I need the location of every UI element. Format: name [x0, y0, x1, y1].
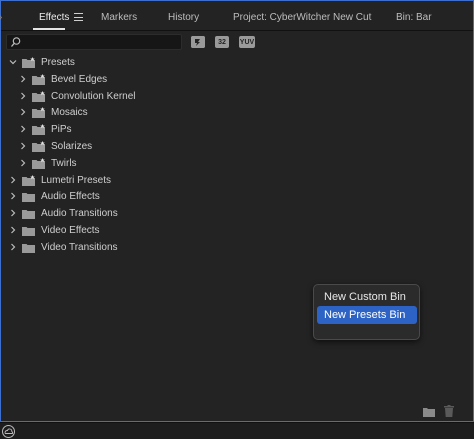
active-tab-indicator — [33, 28, 65, 30]
tree-item-label: Audio Effects — [41, 191, 100, 203]
tab-bin[interactable]: Bin: Bar — [396, 12, 432, 23]
chevron-right-icon[interactable] — [8, 191, 18, 201]
tab-markers[interactable]: Markers — [101, 12, 137, 23]
effects-panel: › Effects Markers History Project: Cyber… — [0, 0, 474, 422]
panel-menu-icon[interactable] — [74, 13, 83, 21]
tree-item-label: Video Transitions — [41, 241, 118, 253]
tree-item[interactable]: Video Transitions — [1, 241, 301, 257]
tree-item[interactable]: Video Effects — [1, 224, 301, 240]
chevron-right-icon[interactable] — [8, 225, 18, 235]
preset-folder-icon — [22, 57, 35, 68]
tree-item[interactable]: Mosaics — [1, 106, 301, 122]
chevron-right-icon[interactable] — [18, 107, 28, 117]
tree-item-label: Video Effects — [41, 225, 100, 236]
tree-item[interactable]: Presets — [1, 56, 301, 72]
folder-icon — [22, 243, 35, 253]
status-bar — [0, 422, 474, 439]
32bit-filter-button[interactable]: 32 — [215, 36, 229, 48]
tab-history[interactable]: History — [168, 12, 199, 23]
chevron-right-icon[interactable] — [18, 91, 28, 101]
search-field[interactable] — [6, 34, 182, 50]
tree-item[interactable]: Convolution Kernel — [1, 90, 301, 106]
tree-item[interactable]: PiPs — [1, 123, 301, 139]
chevron-right-icon[interactable] — [18, 158, 28, 168]
new-bin-icon[interactable] — [423, 407, 435, 417]
tree-item-label: Presets — [41, 57, 75, 68]
tree-item[interactable]: Solarizes — [1, 140, 301, 156]
tree-item-label: Lumetri Presets — [41, 174, 112, 186]
tree-item-label: Audio Transitions — [41, 208, 118, 220]
chevron-right-icon[interactable] — [18, 124, 28, 134]
folder-icon — [22, 227, 35, 236]
tab-effects[interactable]: Effects — [39, 12, 69, 23]
folder-icon — [22, 210, 35, 220]
tree-item-label: Mosaics — [51, 107, 88, 119]
yuv-filter-button[interactable]: YUV — [239, 36, 255, 48]
trash-icon[interactable] — [444, 405, 454, 417]
chevron-right-icon[interactable] — [18, 141, 28, 151]
creative-cloud-icon[interactable] — [2, 425, 15, 438]
folder-icon — [22, 193, 35, 203]
context-menu: New Custom Bin New Presets Bin — [313, 284, 420, 340]
search-icon — [11, 37, 21, 47]
chevron-right-icon[interactable] — [8, 208, 18, 218]
preset-folder-icon — [22, 174, 35, 186]
tree-item[interactable]: Twirls — [1, 157, 301, 173]
preset-folder-icon — [32, 73, 45, 85]
tree-item[interactable]: Audio Transitions — [1, 207, 301, 223]
preset-folder-icon — [32, 157, 45, 169]
chevron-left-icon[interactable]: › — [0, 12, 2, 23]
chevron-down-icon[interactable] — [8, 57, 18, 67]
tree-item-label: Bevel Edges — [51, 73, 108, 85]
accelerated-effects-filter-icon[interactable] — [191, 36, 205, 48]
preset-folder-icon — [32, 141, 45, 152]
tree-item-label: PiPs — [51, 124, 72, 136]
tab-project[interactable]: Project: CyberWitcher New Cut — [233, 12, 371, 23]
menu-item-new-presets-bin[interactable]: New Presets Bin — [317, 306, 417, 324]
chevron-right-icon[interactable] — [8, 175, 18, 185]
preset-folder-icon — [32, 124, 45, 136]
chevron-right-icon[interactable] — [8, 242, 18, 252]
preset-folder-icon — [32, 107, 45, 119]
preset-folder-icon — [32, 90, 45, 102]
tree-item-label: Convolution Kernel — [51, 90, 136, 102]
tree-item[interactable]: Lumetri Presets — [1, 174, 301, 190]
chevron-right-icon[interactable] — [18, 74, 28, 84]
tree-item-label: Twirls — [51, 157, 77, 169]
panel-tab-bar: › Effects Markers History Project: Cyber… — [0, 1, 473, 31]
tree-item[interactable]: Bevel Edges — [1, 73, 301, 89]
menu-item-new-custom-bin[interactable]: New Custom Bin — [317, 288, 417, 306]
tree-item[interactable]: Audio Effects — [1, 190, 301, 206]
tree-item-label: Solarizes — [51, 141, 93, 152]
